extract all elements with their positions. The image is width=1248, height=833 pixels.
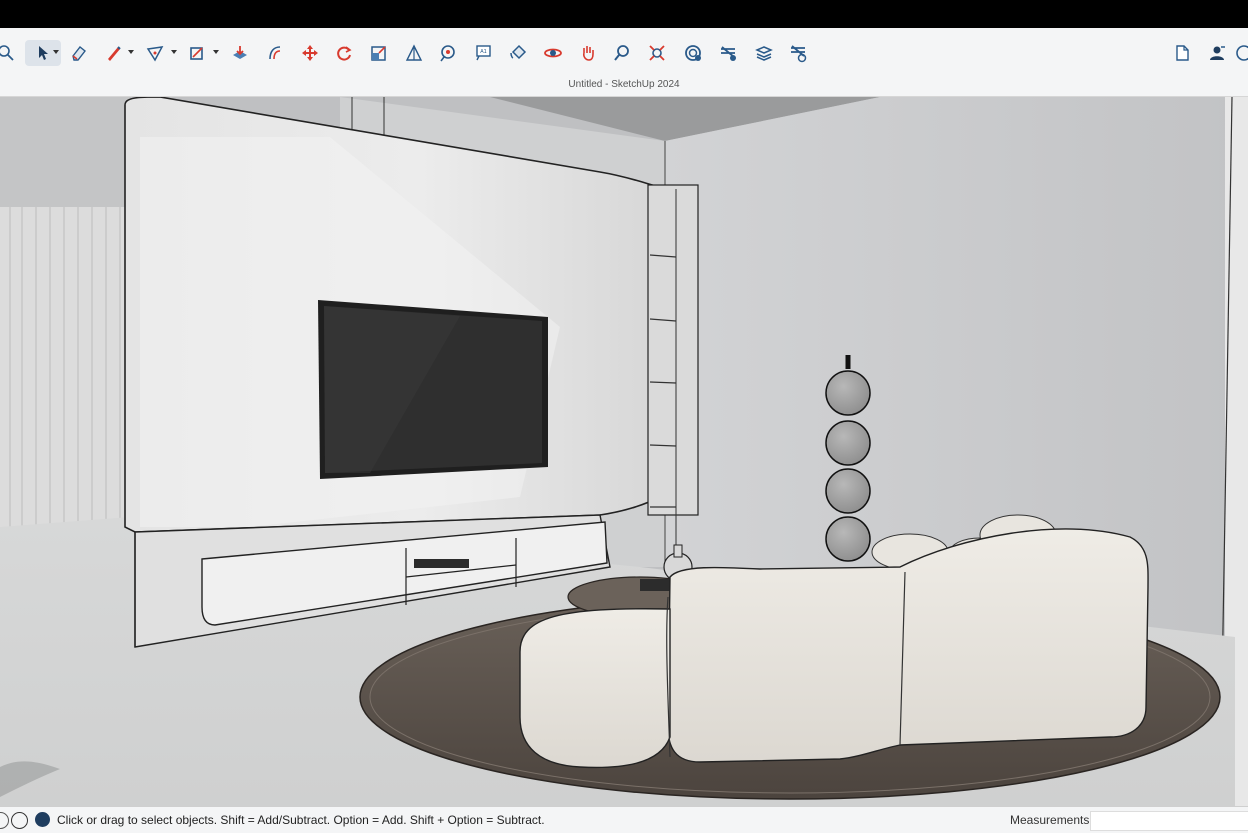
- shape-dropdown-caret[interactable]: [213, 50, 219, 54]
- paint-bucket-icon[interactable]: [506, 40, 530, 66]
- measurements-field[interactable]: [1090, 811, 1248, 831]
- svg-text:A1: A1: [480, 49, 487, 55]
- help-icon[interactable]: [1234, 40, 1248, 66]
- text-icon[interactable]: A1: [471, 40, 495, 66]
- follow-me-icon[interactable]: [402, 40, 426, 66]
- rotate-icon[interactable]: [332, 40, 356, 66]
- geolocation-icon[interactable]: [0, 812, 9, 829]
- model-scene: [0, 97, 1248, 806]
- window-title-bar: Untitled - SketchUp 2024: [0, 76, 1248, 97]
- pan-icon[interactable]: [576, 40, 600, 66]
- credits-icon[interactable]: [11, 812, 28, 829]
- search-icon[interactable]: [0, 40, 18, 66]
- zoom-extents-icon[interactable]: [645, 40, 669, 66]
- line-dropdown-caret[interactable]: [128, 50, 134, 54]
- 3d-warehouse-icon[interactable]: [681, 40, 705, 66]
- arc-dropdown-caret[interactable]: [171, 50, 177, 54]
- status-bar: Click or drag to select objects. Shift =…: [0, 806, 1248, 833]
- user-account-icon[interactable]: [35, 812, 50, 827]
- push-pull-icon[interactable]: [228, 40, 252, 66]
- measurements-label: Measurements: [1010, 813, 1090, 827]
- eraser-icon[interactable]: [67, 40, 91, 66]
- freehand-arc-icon[interactable]: [143, 40, 167, 66]
- pencil-line-icon[interactable]: [102, 40, 126, 66]
- zoom-icon[interactable]: [610, 40, 634, 66]
- new-file-icon[interactable]: [1170, 40, 1194, 66]
- extension-manager-icon[interactable]: [786, 40, 810, 66]
- tape-measure-icon[interactable]: [436, 40, 460, 66]
- account-icon[interactable]: [1205, 40, 1229, 66]
- menu-bar: [0, 0, 1248, 28]
- select-dropdown-caret[interactable]: [53, 50, 59, 54]
- layout-send-icon[interactable]: [752, 40, 776, 66]
- window-title: Untitled - SketchUp 2024: [568, 79, 680, 90]
- move-icon[interactable]: [298, 40, 322, 66]
- offset-icon[interactable]: [263, 40, 287, 66]
- scale-icon[interactable]: [367, 40, 391, 66]
- drawing-viewport[interactable]: [0, 97, 1248, 806]
- orbit-icon[interactable]: [541, 40, 565, 66]
- extension-warehouse-icon[interactable]: [716, 40, 740, 66]
- status-hint: Click or drag to select objects. Shift =…: [57, 813, 545, 827]
- rectangle-icon[interactable]: [185, 40, 209, 66]
